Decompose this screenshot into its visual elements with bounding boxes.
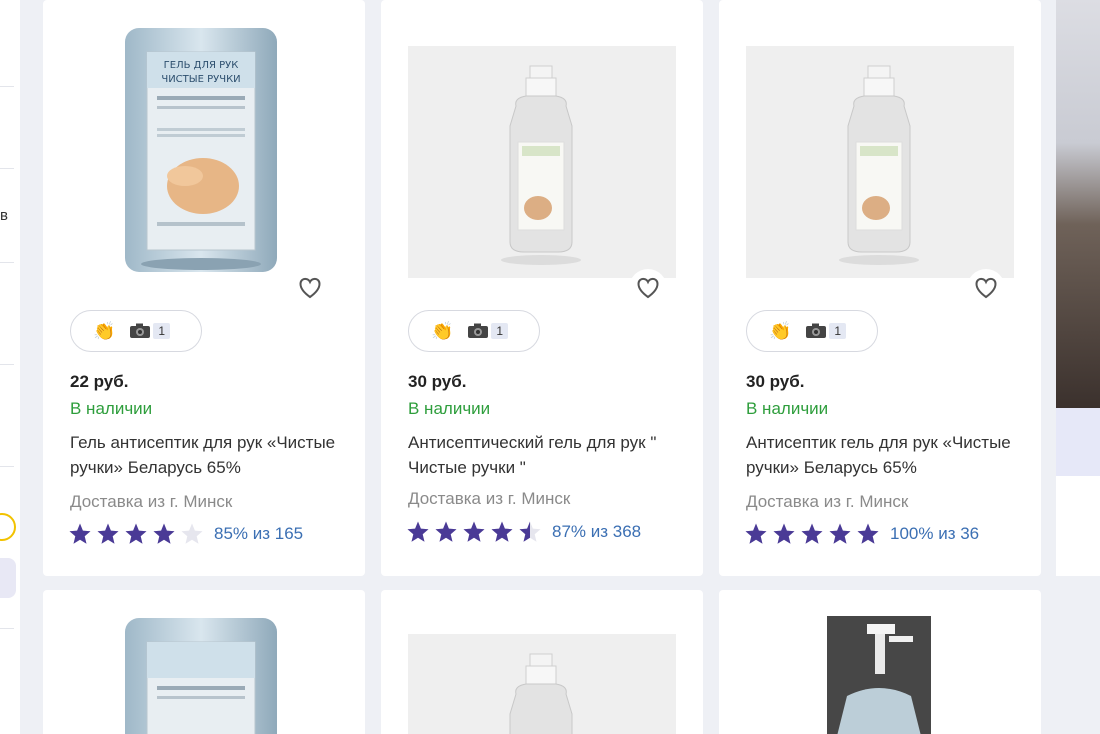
photo-reviews-badge: 1 bbox=[129, 323, 171, 339]
sidebar-label-fragment[interactable]: в bbox=[0, 207, 8, 224]
rating-stars bbox=[744, 522, 880, 546]
product-image[interactable] bbox=[408, 46, 676, 278]
product-price: 22 руб. bbox=[70, 372, 129, 391]
star-icon bbox=[773, 523, 795, 544]
product-card[interactable]: 👏 1 30 руб. В наличии Антисептический ге… bbox=[381, 0, 703, 576]
promo-band bbox=[1056, 408, 1100, 476]
heart-icon bbox=[299, 277, 321, 299]
favorite-button[interactable] bbox=[291, 269, 329, 307]
star-icon bbox=[801, 523, 823, 544]
camera-icon bbox=[130, 323, 151, 338]
photo-count: 1 bbox=[491, 323, 509, 339]
review-badges[interactable]: 👏 1 bbox=[70, 310, 202, 352]
product-price: 30 руб. bbox=[408, 372, 467, 391]
filter-sidebar: в bbox=[0, 0, 20, 734]
divider bbox=[0, 168, 14, 169]
divider bbox=[0, 628, 14, 629]
product-title[interactable]: Антисептический гель для рук " Чистые ру… bbox=[408, 430, 688, 480]
photo-reviews-badge: 1 bbox=[805, 323, 847, 339]
toggle-ring[interactable] bbox=[0, 513, 16, 541]
product-title[interactable]: Гель антисептик для рук «Чистые ручки» Б… bbox=[70, 430, 350, 480]
heart-icon bbox=[637, 277, 659, 299]
rating-summary[interactable]: 85% из 165 bbox=[214, 524, 303, 544]
product-card[interactable] bbox=[43, 590, 365, 734]
star-icon bbox=[519, 521, 541, 542]
apply-filter-button[interactable] bbox=[0, 558, 16, 598]
product-rating[interactable]: 87% из 368 bbox=[406, 520, 641, 544]
rating-summary[interactable]: 87% из 368 bbox=[552, 522, 641, 542]
divider bbox=[0, 466, 14, 467]
product-card[interactable] bbox=[381, 590, 703, 734]
product-image[interactable] bbox=[746, 46, 1014, 278]
clapping-hands-icon: 👏 bbox=[769, 320, 792, 341]
delivery-info: Доставка из г. Минск bbox=[408, 489, 571, 508]
review-badges[interactable]: 👏 1 bbox=[408, 310, 540, 352]
photo-count: 1 bbox=[153, 323, 171, 339]
camera-icon bbox=[468, 323, 489, 338]
stock-status: В наличии bbox=[408, 399, 491, 418]
divider bbox=[0, 86, 14, 87]
stock-status: В наличии bbox=[70, 399, 153, 418]
divider bbox=[0, 262, 14, 263]
review-badges[interactable]: 👏 1 bbox=[746, 310, 878, 352]
svg-text:ГЕЛЬ ДЛЯ РУК: ГЕЛЬ ДЛЯ РУК bbox=[164, 60, 239, 71]
star-icon bbox=[153, 523, 175, 544]
delivery-info: Доставка из г. Минск bbox=[746, 492, 909, 511]
product-card[interactable] bbox=[719, 590, 1041, 734]
star-icon bbox=[829, 523, 851, 544]
product-rating[interactable]: 85% из 165 bbox=[68, 522, 303, 546]
product-image[interactable] bbox=[827, 616, 931, 734]
heart-icon bbox=[975, 277, 997, 299]
photo-count: 1 bbox=[829, 323, 847, 339]
star-icon bbox=[69, 523, 91, 544]
product-image[interactable] bbox=[408, 634, 676, 734]
product-card[interactable]: 👏 1 30 руб. В наличии Антисептик гель дл… bbox=[719, 0, 1041, 576]
product-price: 30 руб. bbox=[746, 372, 805, 391]
rating-stars bbox=[406, 520, 542, 544]
star-icon bbox=[491, 521, 513, 542]
star-icon bbox=[125, 523, 147, 544]
svg-text:ЧИСТЫЕ РУЧКИ: ЧИСТЫЕ РУЧКИ bbox=[161, 74, 240, 85]
divider bbox=[0, 364, 14, 365]
clapping-hands-icon: 👏 bbox=[431, 320, 454, 341]
favorite-button[interactable] bbox=[629, 269, 667, 307]
product-image[interactable] bbox=[123, 616, 279, 734]
delivery-info: Доставка из г. Минск bbox=[70, 492, 233, 511]
photo-reviews-badge: 1 bbox=[467, 323, 509, 339]
star-icon bbox=[435, 521, 457, 542]
stock-status: В наличии bbox=[746, 399, 829, 418]
star-icon bbox=[407, 521, 429, 542]
star-icon bbox=[463, 521, 485, 542]
promo-photo bbox=[1056, 0, 1100, 408]
camera-icon bbox=[806, 323, 827, 338]
star-icon bbox=[97, 523, 119, 544]
rating-summary[interactable]: 100% из 36 bbox=[890, 524, 979, 544]
favorite-button[interactable] bbox=[967, 269, 1005, 307]
star-icon bbox=[745, 523, 767, 544]
rating-stars bbox=[68, 522, 204, 546]
product-title[interactable]: Антисептик гель для рук «Чистые ручки» Б… bbox=[746, 430, 1026, 480]
star-icon bbox=[181, 523, 203, 544]
product-image[interactable]: ГЕЛЬ ДЛЯ РУК ЧИСТЫЕ РУЧКИ bbox=[123, 26, 279, 274]
clapping-hands-icon: 👏 bbox=[93, 320, 116, 341]
product-rating[interactable]: 100% из 36 bbox=[744, 522, 979, 546]
product-card[interactable]: ГЕЛЬ ДЛЯ РУК ЧИСТЫЕ РУЧКИ 👏 1 22 руб. В … bbox=[43, 0, 365, 576]
promo-banner[interactable] bbox=[1056, 0, 1100, 576]
star-icon bbox=[857, 523, 879, 544]
